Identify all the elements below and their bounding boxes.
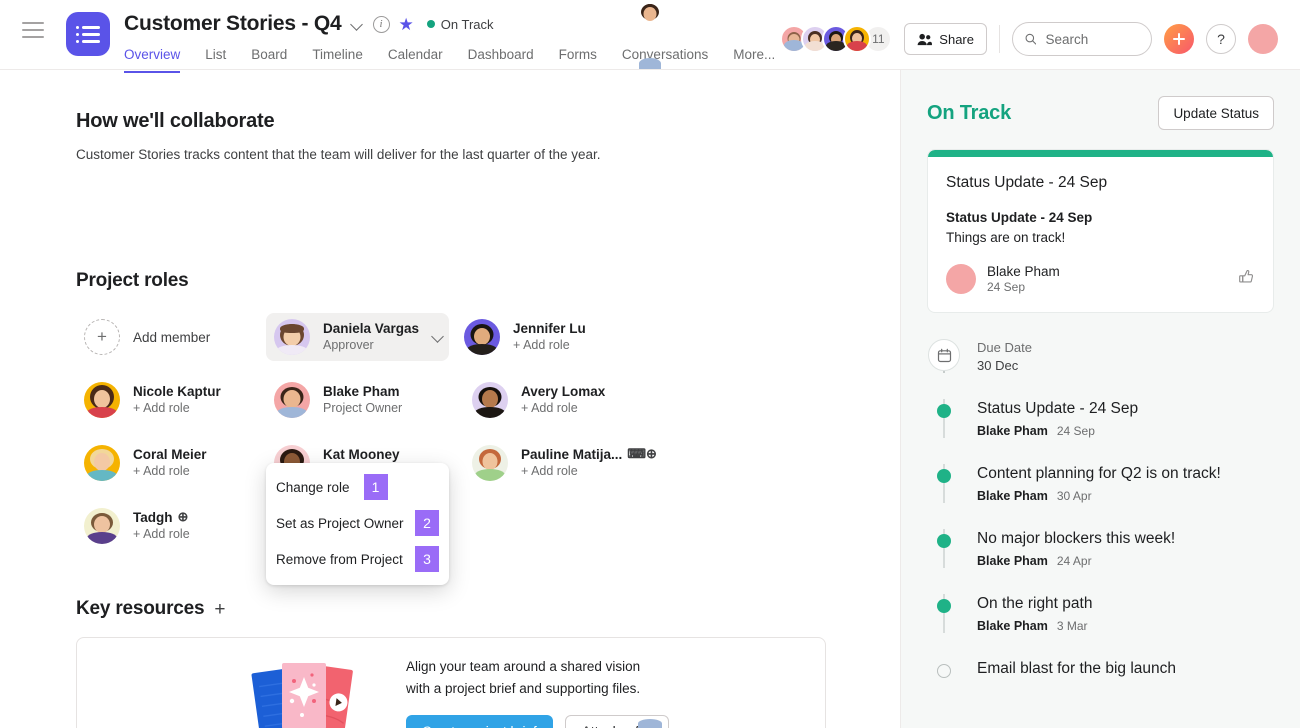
timeline-item-author: Blake Pham bbox=[977, 424, 1048, 438]
chevron-down-icon[interactable] bbox=[432, 331, 441, 343]
status-timeline: Due Date 30 Dec Status Update - 24 Sep B… bbox=[927, 339, 1274, 704]
calendar-icon bbox=[928, 339, 960, 371]
timeline-item-meta: Blake Pham 24 Sep bbox=[977, 424, 1138, 438]
menu-item-label: Remove from Project bbox=[276, 551, 403, 567]
timeline-marker bbox=[927, 339, 961, 373]
timeline-item-content: Status Update - 24 Sep Blake Pham 24 Sep bbox=[977, 399, 1138, 438]
timeline-item-content: Content planning for Q2 is on track! Bla… bbox=[977, 464, 1221, 503]
menu-item-change-role[interactable]: Change role 1 bbox=[266, 469, 449, 505]
role-member-daniela-vargas[interactable]: Daniela Vargas Approver bbox=[266, 313, 449, 361]
status-card-footer: Blake Pham 24 Sep bbox=[638, 4, 1255, 728]
timeline-dot-filled-icon bbox=[937, 599, 951, 613]
due-date-value: 30 Dec bbox=[977, 358, 1019, 373]
timeline-dot-filled-icon bbox=[937, 534, 951, 548]
timeline-item[interactable]: Status Update - 24 Sep Blake Pham 24 Sep bbox=[927, 399, 1274, 464]
timeline-due-date-row: Due Date 30 Dec bbox=[927, 339, 1274, 399]
timeline-item-meta: Blake Pham 3 Mar bbox=[977, 619, 1092, 633]
timeline-item-date: 24 Sep bbox=[1056, 424, 1095, 438]
timeline-item-author: Blake Pham bbox=[977, 619, 1048, 633]
timeline-item[interactable]: Content planning for Q2 is on track! Bla… bbox=[927, 464, 1274, 529]
menu-item-set-as-project-owner[interactable]: Set as Project Owner 2 bbox=[266, 505, 449, 541]
timeline-item-date: 30 Apr bbox=[1056, 489, 1092, 503]
asana-project-overview-app: Customer Stories - Q4 i ★ On Track Overv… bbox=[0, 0, 1300, 728]
timeline-item-title[interactable]: On the right path bbox=[977, 595, 1092, 613]
timeline-dot-filled-icon bbox=[937, 404, 951, 418]
timeline-item-title[interactable]: Email blast for the big launch bbox=[977, 660, 1176, 678]
timeline-item[interactable]: On the right path Blake Pham 3 Mar bbox=[927, 594, 1274, 659]
timeline-marker bbox=[927, 659, 961, 678]
timeline-item[interactable]: No major blockers this week! Blake Pham … bbox=[927, 529, 1274, 594]
timeline-item-date: 3 Mar bbox=[1056, 619, 1088, 633]
timeline-item-title[interactable]: Content planning for Q2 is on track! bbox=[977, 465, 1221, 483]
status-side-panel: On Track Update Status Status Update - 2… bbox=[638, 4, 1300, 728]
menu-item-badge: 3 bbox=[415, 546, 439, 572]
timeline-due-date-content: Due Date 30 Dec bbox=[977, 339, 1032, 373]
timeline-marker bbox=[927, 594, 961, 633]
due-date-label: Due Date bbox=[977, 340, 1032, 355]
timeline-item-date: 24 Apr bbox=[1056, 554, 1092, 568]
menu-item-badge: 1 bbox=[363, 474, 388, 500]
timeline-item-content: Email blast for the big launch bbox=[977, 659, 1176, 678]
status-update-card[interactable]: Status Update - 24 Sep Status Update - 2… bbox=[638, 4, 1274, 728]
timeline-item-meta: Blake Pham 30 Apr bbox=[977, 489, 1221, 503]
status-card-body: Status Update - 24 Sep Status Update - 2… bbox=[638, 4, 1273, 728]
timeline-item-author: Blake Pham bbox=[977, 489, 1048, 503]
menu-item-label: Change role bbox=[276, 479, 350, 495]
timeline-dot-filled-icon bbox=[937, 469, 951, 483]
timeline-item-content: No major blockers this week! Blake Pham … bbox=[977, 529, 1175, 568]
timeline-marker bbox=[927, 399, 961, 438]
timeline-marker bbox=[927, 464, 961, 503]
timeline-connector bbox=[943, 371, 945, 373]
timeline-dot-hollow-icon bbox=[937, 664, 951, 678]
menu-item-badge: 2 bbox=[415, 510, 439, 536]
avatar bbox=[638, 4, 976, 728]
member-context-menu: Change role 1 Set as Project Owner 2 Rem… bbox=[266, 463, 449, 585]
timeline-item-content: On the right path Blake Pham 3 Mar bbox=[977, 594, 1092, 633]
role-member-name: Daniela Vargas bbox=[323, 320, 420, 336]
menu-item-remove-from-project[interactable]: Remove from Project 3 bbox=[266, 541, 449, 577]
body: How we'll collaborate Customer Stories t… bbox=[0, 4, 1300, 728]
menu-item-label: Set as Project Owner bbox=[276, 515, 404, 531]
timeline-item-meta: Blake Pham 24 Apr bbox=[977, 554, 1175, 568]
timeline-item-author: Blake Pham bbox=[977, 554, 1048, 568]
role-member-role: Approver bbox=[323, 337, 374, 352]
timeline-item-title[interactable]: No major blockers this week! bbox=[977, 530, 1175, 548]
timeline-marker bbox=[927, 529, 961, 568]
avatar bbox=[274, 319, 310, 355]
timeline-item[interactable]: Email blast for the big launch bbox=[927, 659, 1274, 704]
timeline-item-title[interactable]: Status Update - 24 Sep bbox=[977, 400, 1138, 418]
